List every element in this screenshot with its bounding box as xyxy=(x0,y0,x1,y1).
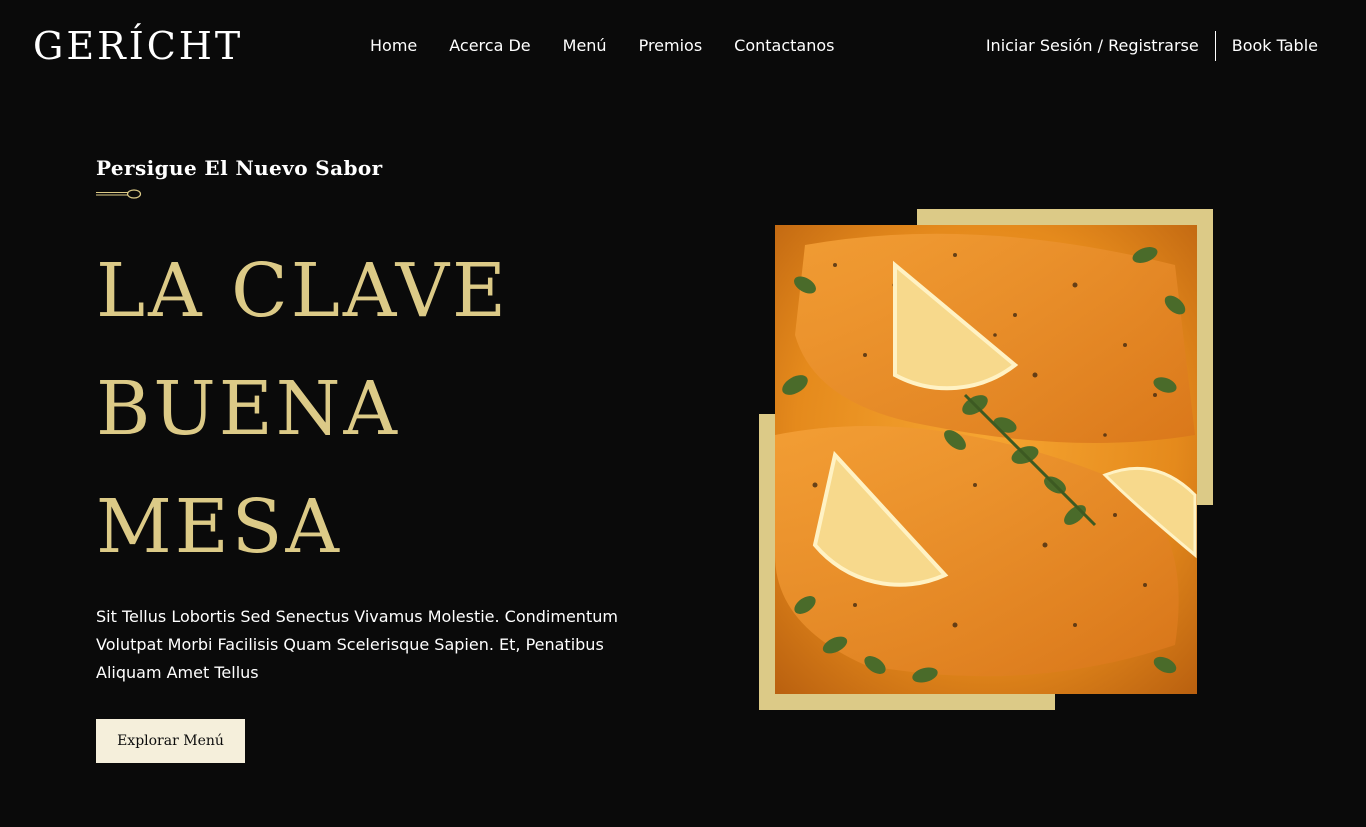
explore-menu-button[interactable]: Explorar Menú xyxy=(96,719,245,763)
nav-contact[interactable]: Contactanos xyxy=(734,34,834,58)
nav-divider xyxy=(1214,31,1216,61)
main-nav: Home Acerca De Menú Premios Contactanos xyxy=(370,34,835,58)
salmon-dish-illustration xyxy=(775,225,1197,694)
hero-description: Sit Tellus Lobortis Sed Senectus Vivamus… xyxy=(96,607,618,682)
nav-awards[interactable]: Premios xyxy=(639,34,703,58)
account-nav: Iniciar Sesión / Registrarse Book Table xyxy=(986,31,1318,61)
book-table-link[interactable]: Book Table xyxy=(1232,34,1318,58)
login-register-link[interactable]: Iniciar Sesión / Registrarse xyxy=(986,34,1199,58)
hero-tagline: Persigue El Nuevo Sabor xyxy=(96,156,383,180)
nav-menu[interactable]: Menú xyxy=(563,34,607,58)
headline-line-3: MESA xyxy=(96,484,342,570)
site-logo[interactable]: GERÍCHT xyxy=(33,22,243,70)
headline-line-1: LA CLAVE xyxy=(96,248,510,334)
headline-line-2: BUENA xyxy=(96,366,400,452)
food-image xyxy=(775,225,1197,694)
spoon-icon xyxy=(96,189,142,199)
nav-about[interactable]: Acerca De xyxy=(449,34,530,58)
hero-headline: LA CLAVE BUENA MESA xyxy=(96,232,509,586)
nav-home[interactable]: Home xyxy=(370,34,417,58)
